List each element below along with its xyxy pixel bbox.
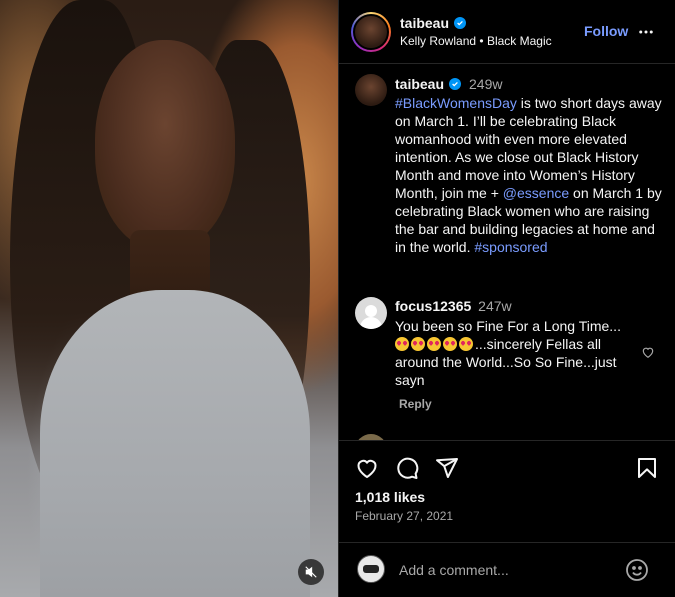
heart-eyes-emoji-group (395, 336, 475, 352)
likes-count[interactable]: 1,018 likes (355, 489, 425, 505)
hashtag-link[interactable]: #BlackWomensDay (395, 95, 517, 111)
paper-plane-icon[interactable] (435, 456, 459, 483)
heart-eyes-emoji-icon (411, 337, 425, 351)
mute-toggle-button[interactable] (298, 559, 324, 585)
post-media-video[interactable] (0, 0, 338, 597)
audio-attribution[interactable]: Kelly Rowland • Black Magic (400, 34, 552, 48)
media-top-shape (40, 290, 310, 597)
smiley-icon[interactable] (625, 558, 649, 585)
caption-author-avatar[interactable] (355, 74, 387, 106)
post-date: February 27, 2021 (355, 509, 454, 523)
heart-icon[interactable] (355, 456, 379, 483)
heart-eyes-emoji-icon (459, 337, 473, 351)
muted-speaker-icon (305, 566, 317, 578)
caption-username[interactable]: taibeau (395, 76, 444, 92)
author-username[interactable]: taibeau (400, 15, 449, 31)
hashtag-link[interactable]: #sponsored (474, 239, 547, 255)
reply-button[interactable]: Reply (399, 397, 432, 411)
comment-input[interactable] (399, 559, 619, 581)
author-avatar[interactable] (351, 12, 391, 52)
follow-button[interactable]: Follow (584, 23, 628, 39)
post-header: taibeau Kelly Rowland • Black Magic Foll… (339, 0, 675, 64)
post-side-panel: taibeau Kelly Rowland • Black Magic Foll… (338, 0, 675, 597)
caption-timestamp: 249w (469, 76, 503, 92)
mention-link[interactable]: @essence (503, 185, 569, 201)
comment-username[interactable]: focus12365 (395, 298, 471, 314)
bookmark-icon[interactable] (635, 456, 659, 483)
comment-text: You been so Fine For a Long Time... ...s… (395, 318, 621, 388)
more-options-icon[interactable] (637, 23, 655, 44)
comment-timestamp: 247w (478, 298, 512, 314)
verified-badge-icon (449, 78, 462, 90)
comment-like-icon[interactable] (641, 345, 655, 362)
media-face-shape (95, 40, 235, 250)
heart-eyes-emoji-icon (443, 337, 457, 351)
heart-eyes-emoji-icon (427, 337, 441, 351)
comment-bubble-icon[interactable] (395, 456, 419, 483)
comment-avatar[interactable] (355, 297, 387, 329)
verified-badge-icon (454, 17, 467, 29)
heart-eyes-emoji-icon (395, 337, 409, 351)
post-actions: 1,018 likes February 27, 2021 (339, 440, 675, 542)
current-user-avatar (357, 555, 385, 583)
caption-text: #BlackWomensDay is two short days away o… (395, 95, 662, 255)
comment-composer (339, 542, 675, 597)
comments-list[interactable]: taibeau 249w #BlackWomensDay is two shor… (339, 64, 675, 440)
